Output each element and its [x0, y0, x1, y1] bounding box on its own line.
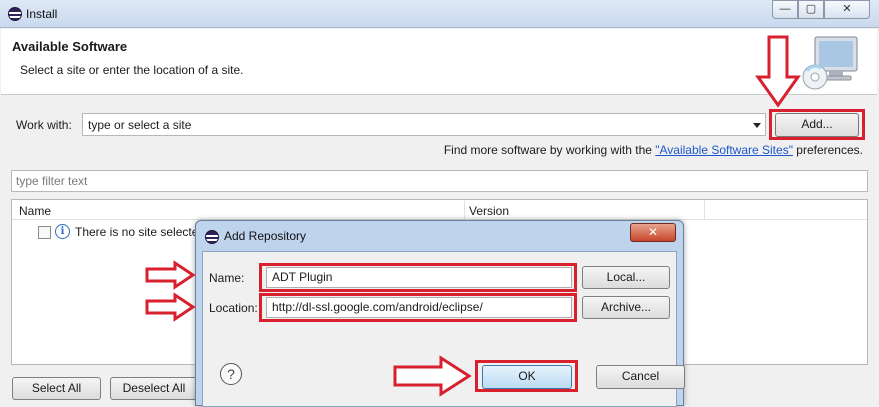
empty-row-text: There is no site selected. — [75, 225, 209, 239]
eclipse-icon — [205, 230, 219, 244]
add-button[interactable]: Add... — [775, 113, 859, 137]
work-with-combo[interactable]: type or select a site — [82, 113, 766, 136]
column-divider — [464, 200, 465, 220]
filter-input[interactable]: type filter text — [11, 170, 868, 192]
dialog-title: Add Repository — [224, 229, 307, 243]
work-with-value: type or select a site — [88, 118, 192, 132]
wizard-header: Available Software Select a site or ente… — [1, 29, 877, 95]
column-version[interactable]: Version — [469, 204, 509, 218]
maximize-button[interactable]: ▢ — [798, 0, 824, 19]
window-title: Install — [26, 7, 58, 21]
red-arrow-icon — [755, 35, 801, 108]
find-more-text: Find more software by working with the "… — [444, 143, 863, 157]
deselect-all-button[interactable]: Deselect All — [110, 377, 198, 400]
monitor-cd-icon — [802, 36, 858, 90]
available-software-sites-link[interactable]: "Available Software Sites" — [655, 143, 793, 157]
name-field[interactable]: ADT Plugin — [266, 267, 572, 288]
page-title: Available Software — [12, 39, 128, 54]
archive-button[interactable]: Archive... — [582, 296, 670, 319]
column-divider — [704, 200, 705, 220]
eclipse-icon — [8, 7, 22, 21]
close-window-button[interactable]: ✕ — [824, 0, 870, 19]
find-more-prefix: Find more software by working with the — [443, 143, 656, 157]
red-arrow-icon — [393, 355, 472, 397]
window-title-bar: Install — [0, 0, 879, 28]
info-icon: i — [55, 224, 70, 239]
select-all-button[interactable]: Select All — [12, 377, 101, 400]
local-button[interactable]: Local... — [582, 266, 670, 289]
help-icon[interactable]: ? — [220, 363, 242, 385]
ok-button[interactable]: OK — [482, 365, 572, 389]
name-label: Name: — [209, 271, 245, 285]
table-header: Name Version — [12, 200, 867, 220]
work-with-label: Work with: — [16, 118, 72, 132]
find-more-suffix: preferences. — [792, 143, 863, 157]
column-name[interactable]: Name — [19, 204, 51, 218]
page-subtitle: Select a site or enter the location of a… — [20, 63, 244, 77]
dropdown-arrow-icon[interactable] — [753, 123, 761, 128]
location-label: Location: — [209, 301, 258, 315]
cancel-button[interactable]: Cancel — [596, 365, 685, 389]
dialog-close-button[interactable]: ✕ — [630, 223, 676, 242]
red-arrow-icon — [145, 292, 196, 322]
minimize-button[interactable]: — — [772, 0, 798, 19]
red-arrow-icon — [145, 260, 196, 290]
location-field[interactable]: http://dl-ssl.google.com/android/eclipse… — [266, 297, 572, 318]
row-checkbox[interactable] — [38, 226, 51, 239]
